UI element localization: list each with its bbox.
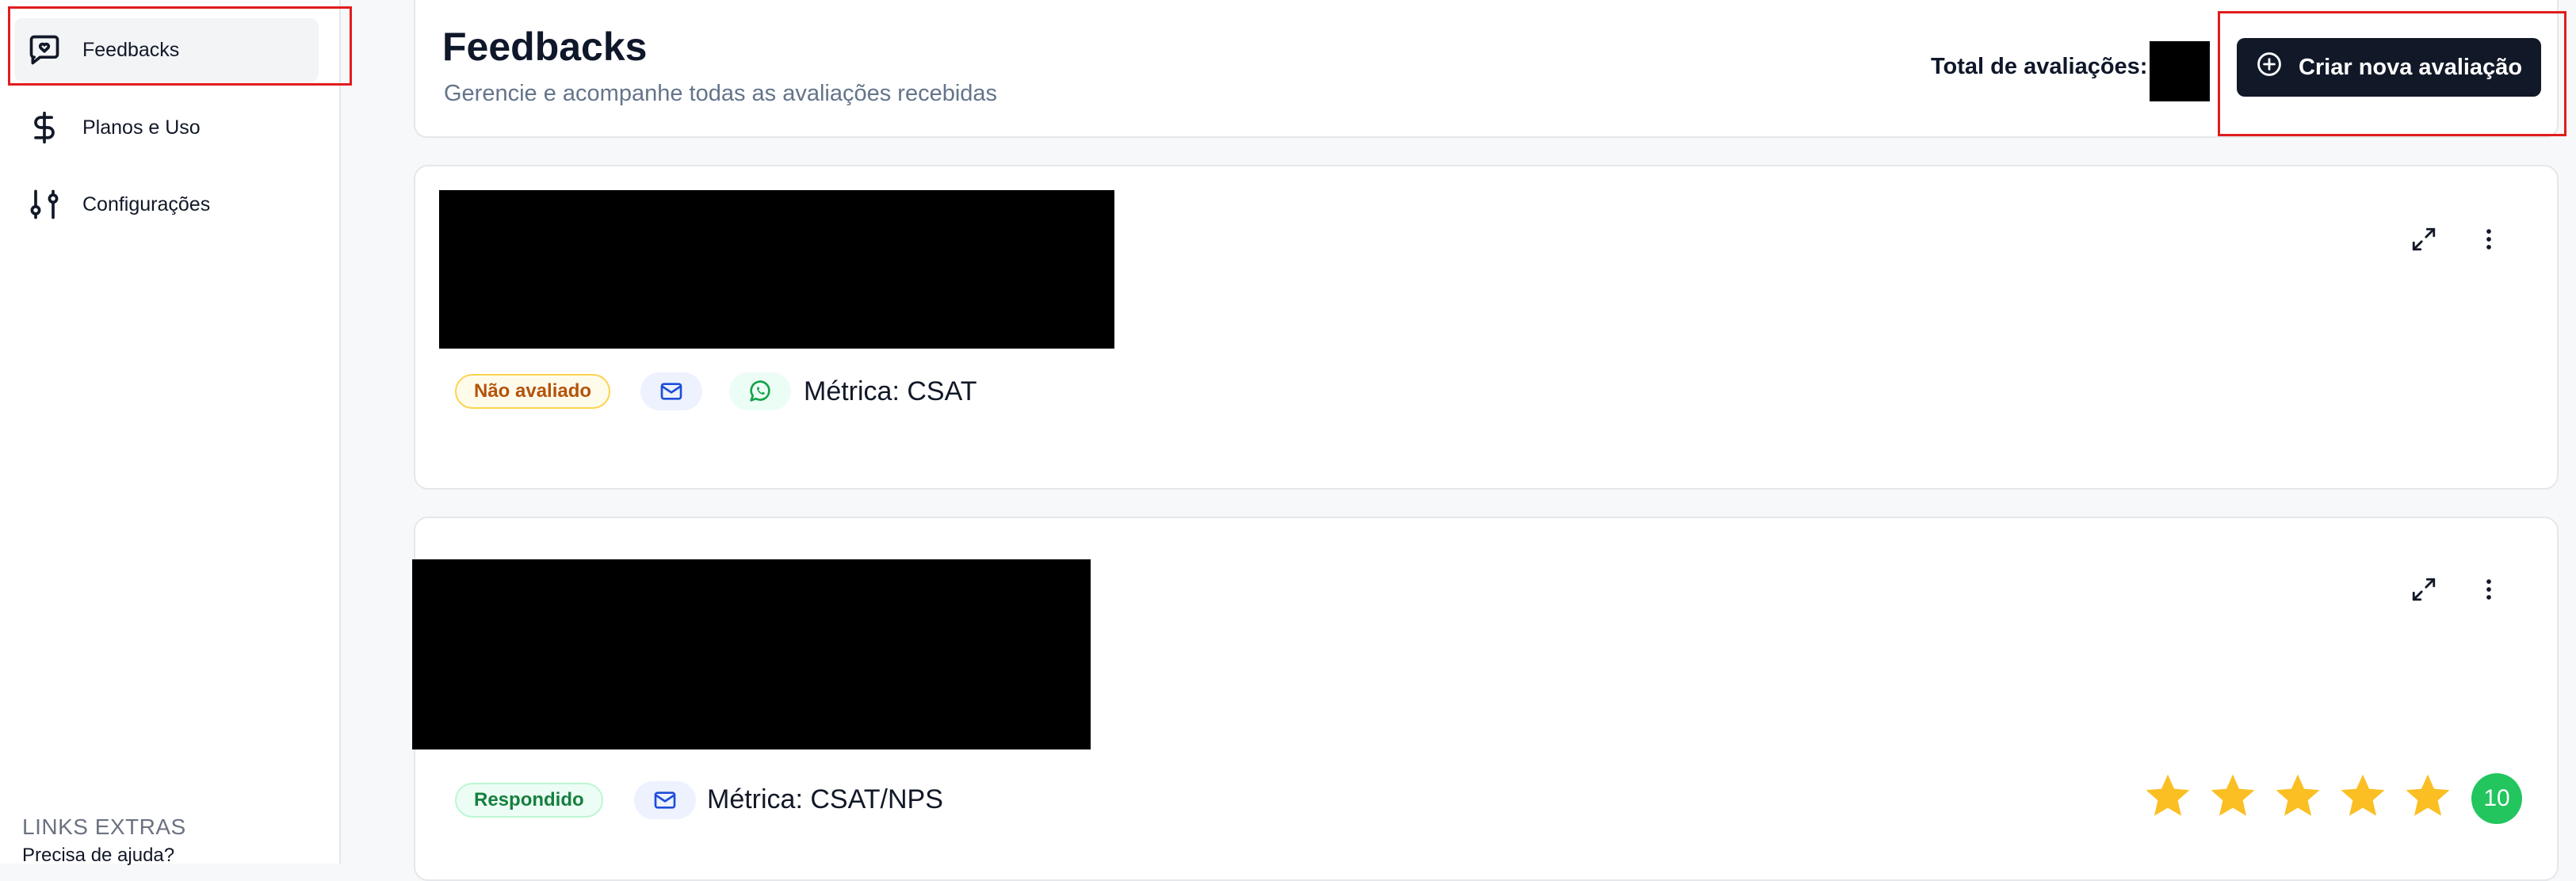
score-badge: 10 (2471, 773, 2522, 824)
page-subtitle: Gerencie e acompanhe todas as avaliações… (444, 81, 998, 106)
redacted-content (439, 190, 1114, 349)
expand-icon[interactable] (2405, 570, 2443, 608)
create-button-label: Criar nova avaliação (2298, 54, 2523, 80)
create-evaluation-button[interactable]: Criar nova avaliação (2237, 38, 2541, 97)
more-vertical-icon[interactable] (2470, 220, 2508, 258)
sidebar-item-label: Feedbacks (82, 38, 180, 61)
sidebar-item-feedbacks[interactable]: Feedbacks (14, 18, 319, 82)
sidebar: Feedbacks Planos e Uso Configurações LIN… (0, 0, 352, 866)
sidebar-item-configuracoes[interactable]: Configurações (14, 173, 319, 236)
page-header: Feedbacks Gerencie e acompanhe todas as … (414, 0, 2559, 138)
redacted-total (2150, 41, 2210, 101)
feedback-card[interactable]: Não avaliado Métrica: CSAT (414, 165, 2559, 490)
feedback-card[interactable]: Respondido Métrica: CSAT/NPS 10 (412, 517, 2559, 881)
sidebar-item-label: Planos e Uso (82, 116, 201, 139)
metric-label: Métrica: CSAT (804, 376, 977, 406)
whatsapp-channel-icon (729, 372, 791, 410)
links-extras-title: LINKS EXTRAS (22, 814, 186, 839)
sidebar-item-label: Configurações (82, 193, 211, 215)
star-rating (2142, 770, 2454, 826)
star-icon (2207, 770, 2259, 826)
more-vertical-icon[interactable] (2470, 570, 2508, 608)
expand-icon[interactable] (2405, 220, 2443, 258)
redacted-content (412, 559, 1091, 749)
sliders-icon (25, 185, 63, 223)
total-label: Total de avaliações: (1931, 54, 2148, 79)
page-title: Feedbacks (442, 25, 648, 69)
star-icon (2142, 770, 2194, 826)
metric-label: Métrica: CSAT/NPS (707, 784, 943, 814)
dollar-icon (25, 109, 63, 147)
status-badge: Respondido (455, 783, 603, 818)
plus-circle-icon (2256, 51, 2299, 84)
sidebar-item-planos[interactable]: Planos e Uso (14, 96, 319, 159)
email-channel-icon (640, 372, 702, 410)
message-heart-icon (25, 31, 63, 69)
status-badge: Não avaliado (455, 374, 611, 409)
star-icon (2337, 770, 2389, 826)
email-channel-icon (634, 781, 696, 819)
star-icon (2402, 770, 2454, 826)
star-icon (2272, 770, 2324, 826)
